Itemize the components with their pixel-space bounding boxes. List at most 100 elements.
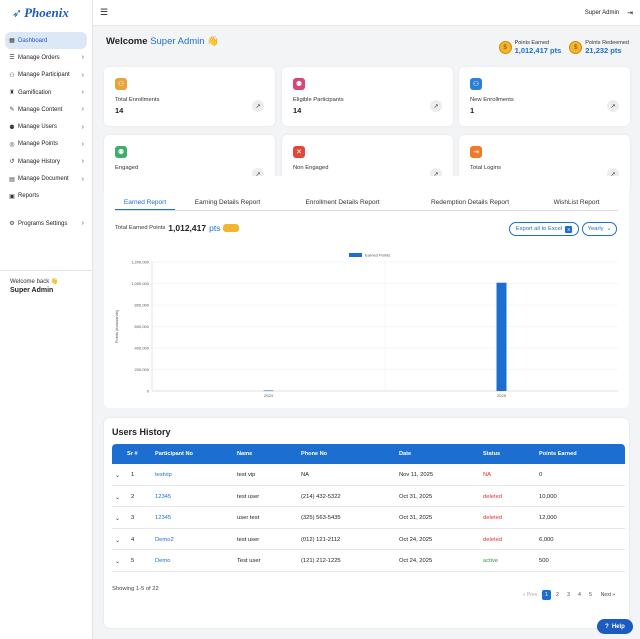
help-label: Help — [611, 623, 625, 630]
divider — [0, 270, 92, 271]
table-row[interactable]: ⌄ 4 Demo2 test user (012) 121-2112 Oct 24, 20… — [112, 529, 625, 551]
table-header: Sr # Participant No Name Phone No Date Status… — [112, 444, 625, 464]
table-row[interactable]: ⌄ 2 12345 test user (214) 432-5322 Oct 31, 20… — [112, 486, 625, 508]
expand-chevron-icon[interactable]: ⌄ — [115, 558, 120, 565]
sidebar-item-label: Reports — [18, 193, 40, 200]
excel-icon: X — [565, 225, 573, 233]
cell-name: test user — [237, 536, 260, 543]
cell-phone: (121) 212-1225 — [301, 558, 341, 565]
x-tick-label: 2025 — [497, 393, 507, 398]
gear-icon: ⚙ — [9, 221, 15, 228]
y-tick-label: 800,000 — [135, 303, 150, 308]
cell-participant[interactable]: testvip — [155, 472, 172, 478]
stat-icon: ✕ — [293, 146, 305, 158]
cell-participant[interactable]: Demo — [155, 558, 170, 564]
cell-sr: 1 — [131, 472, 135, 478]
sidebar-item-manage-document[interactable]: ▤ Manage Document › — [5, 170, 87, 187]
pager-page[interactable]: 2 — [553, 590, 562, 600]
table-row[interactable]: ⌄ 1 testvip test vip NA Nov 11, 2025 NA 0 — [112, 464, 625, 486]
cell-date: Oct 24, 2025 — [399, 536, 433, 543]
cell-sr: 3 — [131, 515, 135, 522]
pager-prev[interactable]: « Prev — [520, 590, 540, 600]
sidebar-item-manage-history[interactable]: ↺ Manage History › — [5, 153, 87, 170]
sidebar-item-manage-orders[interactable]: ☰ Manage Orders › — [5, 49, 87, 66]
tab-redemption-details-report[interactable]: Redemption Details Report — [405, 197, 535, 210]
arrow-up-right-icon[interactable]: ↗ — [607, 100, 619, 112]
sidebar-item-label: Manage Document — [18, 176, 69, 183]
chevron-right-icon: › — [81, 175, 84, 183]
chevron-right-icon: › — [81, 106, 84, 114]
logout-icon[interactable]: ⇥ — [627, 9, 633, 17]
cell-participant[interactable]: 12345 — [155, 515, 171, 521]
expand-chevron-icon[interactable]: ⌄ — [115, 515, 120, 522]
cell-sr: 4 — [131, 536, 135, 543]
pager-page[interactable]: 3 — [564, 590, 573, 600]
pager-page[interactable]: 1 — [542, 590, 551, 600]
export-excel-button[interactable]: Export all to Excel X — [509, 222, 579, 236]
help-button[interactable]: ? Help — [597, 619, 633, 634]
sidebar-item-label: Manage Users — [18, 124, 58, 131]
stat-card-new-enrollments[interactable]: ⚇ New Enrollments 1 ↗ — [459, 67, 630, 126]
stat-card-eligible-participants[interactable]: ⚉ Eligible Participants 14 ↗ — [282, 67, 453, 126]
cell-participant[interactable]: Demo2 — [155, 537, 174, 543]
sidebar-nav: ▦ Dashboard ☰ Manage Orders › ⚇ Manage Partici… — [0, 32, 92, 232]
welcome-name: Super Admin 👋 — [150, 36, 220, 47]
document-icon: ▤ — [9, 176, 15, 183]
column-header: Date — [399, 451, 412, 457]
points-earned-value: 1,012,417 pts — [514, 46, 562, 55]
period-label: Yearly — [587, 226, 604, 232]
sidebar-item-manage-participant[interactable]: ⚇ Manage Participant › — [5, 67, 87, 84]
stat-card-total-enrollments[interactable]: ⚇ Total Enrollments 14 ↗ — [104, 67, 275, 126]
game-icon: ♜ — [9, 90, 15, 97]
earned-points-chart: 0 200,000 400,000 600,000 800,000 1,000,000 1,… — [114, 253, 618, 398]
stat-icon: ⚉ — [293, 78, 305, 90]
period-select[interactable]: Yearly ⌄ — [582, 222, 617, 236]
column-header: Participant No — [155, 451, 193, 457]
tab-enrollment-details-report[interactable]: Enrollment Details Report — [280, 197, 405, 210]
sidebar-item-label: Manage Content — [18, 106, 63, 113]
arrow-up-right-icon[interactable]: ↗ — [252, 100, 264, 112]
points-redeemed: $ Points Redeemed 21,232 pts — [569, 40, 629, 55]
total-earned-unit: pts — [209, 223, 221, 233]
tab-earned-report[interactable]: Earned Report — [115, 197, 175, 210]
legend-label: Earned Points — [365, 253, 390, 258]
sidebar-item-label: Dashboard — [18, 37, 48, 44]
chevron-right-icon: › — [81, 220, 84, 228]
welcome-text: Welcome — [106, 36, 148, 47]
expand-chevron-icon[interactable]: ⌄ — [115, 472, 120, 479]
top-bar: ☰ Super Admin ⇥ — [93, 0, 640, 26]
pager-next[interactable]: Next » — [597, 590, 619, 600]
sidebar-item-manage-users[interactable]: ⚉ Manage Users › — [5, 118, 87, 135]
logo-text: Phoenix — [24, 5, 69, 20]
hamburger-menu-icon[interactable]: ☰ — [100, 7, 108, 18]
grid-icon: ▦ — [9, 38, 15, 45]
expand-chevron-icon[interactable]: ⌄ — [115, 494, 120, 501]
user-name[interactable]: Super Admin — [585, 10, 619, 16]
tab-wishlist-report[interactable]: WishList Report — [535, 197, 618, 210]
cell-sr: 2 — [131, 493, 135, 500]
cell-name: test vip — [237, 472, 256, 478]
sidebar-item-manage-content[interactable]: ✎ Manage Content › — [5, 101, 87, 118]
sidebar-item-reports[interactable]: ▣ Reports — [5, 188, 87, 205]
expand-chevron-icon[interactable]: ⌄ — [115, 537, 120, 544]
cell-participant[interactable]: 12345 — [155, 494, 171, 500]
arrow-up-right-icon[interactable]: ↗ — [430, 100, 442, 112]
pager-page[interactable]: 4 — [575, 590, 584, 600]
stat-label: Eligible Participants — [293, 97, 344, 103]
y-tick-label: 0 — [147, 389, 150, 394]
pager-page[interactable]: 5 — [586, 590, 595, 600]
y-tick-label: 200,000 — [135, 367, 150, 372]
sidebar-item-manage-points[interactable]: ◎ Manage Points › — [5, 136, 87, 153]
logo[interactable]: ➶ Phoenix — [0, 0, 92, 26]
table-row[interactable]: ⌄ 3 12345 user test (325) 563-5435 Oct 31, 20… — [112, 507, 625, 529]
users-history-title: Users History — [112, 427, 171, 437]
cell-status: deleted — [483, 536, 503, 543]
table-row[interactable]: ⌄ 5 Demo Test user (121) 212-1225 Oct 24, 202… — [112, 550, 625, 572]
cell-points: 10,000 — [539, 493, 557, 500]
sidebar-item-dashboard[interactable]: ▦ Dashboard — [5, 32, 87, 50]
sidebar-item-programs-settings[interactable]: ⚙ Programs Settings › — [5, 215, 87, 232]
sidebar-item-gamification[interactable]: ♜ Gamification › — [5, 84, 87, 101]
sidebar: ➶ Phoenix ▦ Dashboard ☰ Manage Orders › ⚇ Mana… — [0, 0, 93, 639]
chevron-down-icon: ⌄ — [606, 226, 612, 232]
tab-earning-details-report[interactable]: Earning Details Report — [175, 197, 280, 210]
